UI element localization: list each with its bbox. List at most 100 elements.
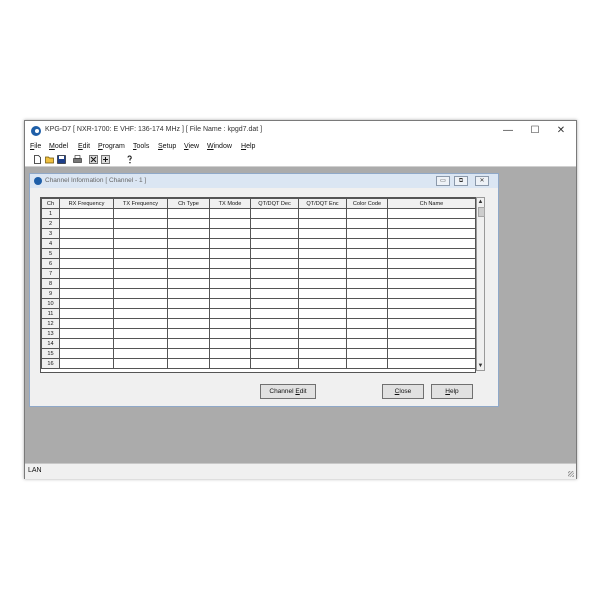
grid-cell[interactable] — [209, 258, 251, 269]
grid-cell[interactable] — [387, 308, 475, 319]
grid-cell[interactable] — [113, 238, 168, 249]
grid-cell[interactable] — [167, 218, 210, 229]
grid-vertical-scrollbar[interactable]: ▲ ▼ — [476, 197, 485, 371]
grid-cell[interactable] — [167, 308, 210, 319]
grid-cell[interactable] — [209, 228, 251, 239]
grid-cell[interactable] — [113, 208, 168, 219]
grid-cell[interactable] — [167, 238, 210, 249]
open-folder-icon[interactable] — [45, 155, 54, 164]
grid-cell[interactable] — [387, 338, 475, 349]
grid-cell[interactable] — [167, 358, 210, 369]
grid-cell[interactable] — [209, 218, 251, 229]
menu-model[interactable]: Model — [49, 143, 68, 150]
grid-cell[interactable] — [167, 328, 210, 339]
menu-edit[interactable]: Edit — [78, 143, 90, 150]
grid-cell[interactable] — [298, 278, 347, 289]
grid-cell[interactable] — [167, 338, 210, 349]
grid-cell[interactable] — [59, 258, 114, 269]
channel-grid[interactable]: Ch RX Frequency TX Frequency Ch Type TX … — [40, 197, 476, 373]
grid-cell[interactable] — [59, 218, 114, 229]
table-row[interactable]: 15 — [41, 348, 475, 359]
child-restore-button[interactable]: ⧉ — [454, 176, 468, 186]
table-row[interactable]: 8 — [41, 278, 475, 289]
grid-cell[interactable] — [298, 258, 347, 269]
grid-cell[interactable] — [209, 298, 251, 309]
grid-cell[interactable] — [298, 268, 347, 279]
column-header-tx-mode[interactable]: TX Mode — [209, 198, 251, 209]
grid-cell[interactable] — [250, 338, 299, 349]
channel-number-cell[interactable]: 5 — [41, 248, 60, 259]
grid-cell[interactable] — [113, 348, 168, 359]
grid-cell[interactable] — [250, 348, 299, 359]
menu-setup[interactable]: Setup — [158, 143, 176, 150]
grid-cell[interactable] — [387, 218, 475, 229]
grid-cell[interactable] — [209, 278, 251, 289]
grid-cell[interactable] — [387, 318, 475, 329]
grid-cell[interactable] — [298, 318, 347, 329]
menu-help[interactable]: Help — [241, 143, 255, 150]
table-row[interactable]: 1 — [41, 208, 475, 219]
table-row[interactable]: 14 — [41, 338, 475, 349]
grid-cell[interactable] — [387, 328, 475, 339]
grid-cell[interactable] — [250, 328, 299, 339]
grid-cell[interactable] — [298, 288, 347, 299]
grid-cell[interactable] — [59, 208, 114, 219]
channel-number-cell[interactable]: 4 — [41, 238, 60, 249]
menu-tools[interactable]: Tools — [133, 143, 149, 150]
grid-cell[interactable] — [209, 288, 251, 299]
grid-cell[interactable] — [167, 248, 210, 259]
grid-cell[interactable] — [250, 208, 299, 219]
grid-cell[interactable] — [387, 228, 475, 239]
column-header-rx-frequency[interactable]: RX Frequency — [59, 198, 114, 209]
channel-number-cell[interactable]: 2 — [41, 218, 60, 229]
column-header-ch[interactable]: Ch — [41, 198, 60, 209]
grid-cell[interactable] — [209, 238, 251, 249]
channel-number-cell[interactable]: 15 — [41, 348, 60, 359]
grid-cell[interactable] — [209, 268, 251, 279]
grid-cell[interactable] — [346, 328, 388, 339]
menu-window[interactable]: Window — [207, 143, 232, 150]
minimize-button[interactable]: — — [495, 124, 521, 138]
grid-cell[interactable] — [346, 258, 388, 269]
grid-cell[interactable] — [387, 278, 475, 289]
help-icon[interactable] — [125, 155, 134, 164]
table-row[interactable]: 4 — [41, 238, 475, 249]
grid-cell[interactable] — [59, 268, 114, 279]
grid-cell[interactable] — [59, 278, 114, 289]
grid-cell[interactable] — [59, 298, 114, 309]
grid-cell[interactable] — [387, 358, 475, 369]
grid-cell[interactable] — [346, 278, 388, 289]
grid-cell[interactable] — [250, 308, 299, 319]
channel-number-cell[interactable]: 3 — [41, 228, 60, 239]
column-header-ch-name[interactable]: Ch Name — [387, 198, 475, 209]
column-header-color-code[interactable]: Color Code — [346, 198, 388, 209]
table-row[interactable]: 9 — [41, 288, 475, 299]
grid-cell[interactable] — [59, 328, 114, 339]
grid-cell[interactable] — [298, 218, 347, 229]
channel-number-cell[interactable]: 7 — [41, 268, 60, 279]
grid-cell[interactable] — [346, 288, 388, 299]
read-radio-icon[interactable] — [89, 155, 98, 164]
grid-cell[interactable] — [298, 358, 347, 369]
grid-cell[interactable] — [346, 218, 388, 229]
grid-cell[interactable] — [59, 228, 114, 239]
grid-cell[interactable] — [167, 228, 210, 239]
grid-cell[interactable] — [250, 318, 299, 329]
channel-number-cell[interactable]: 13 — [41, 328, 60, 339]
grid-cell[interactable] — [209, 318, 251, 329]
scroll-up-icon[interactable]: ▲ — [477, 198, 484, 206]
grid-cell[interactable] — [59, 288, 114, 299]
grid-cell[interactable] — [298, 208, 347, 219]
menu-view[interactable]: View — [184, 143, 199, 150]
channel-number-cell[interactable]: 6 — [41, 258, 60, 269]
table-row[interactable]: 7 — [41, 268, 475, 279]
column-header-tx-frequency[interactable]: TX Frequency — [113, 198, 168, 209]
grid-cell[interactable] — [209, 208, 251, 219]
grid-cell[interactable] — [298, 238, 347, 249]
grid-cell[interactable] — [346, 318, 388, 329]
grid-cell[interactable] — [167, 268, 210, 279]
table-row[interactable]: 5 — [41, 248, 475, 259]
menu-file[interactable]: File — [30, 143, 41, 150]
table-row[interactable]: 12 — [41, 318, 475, 329]
grid-cell[interactable] — [59, 238, 114, 249]
